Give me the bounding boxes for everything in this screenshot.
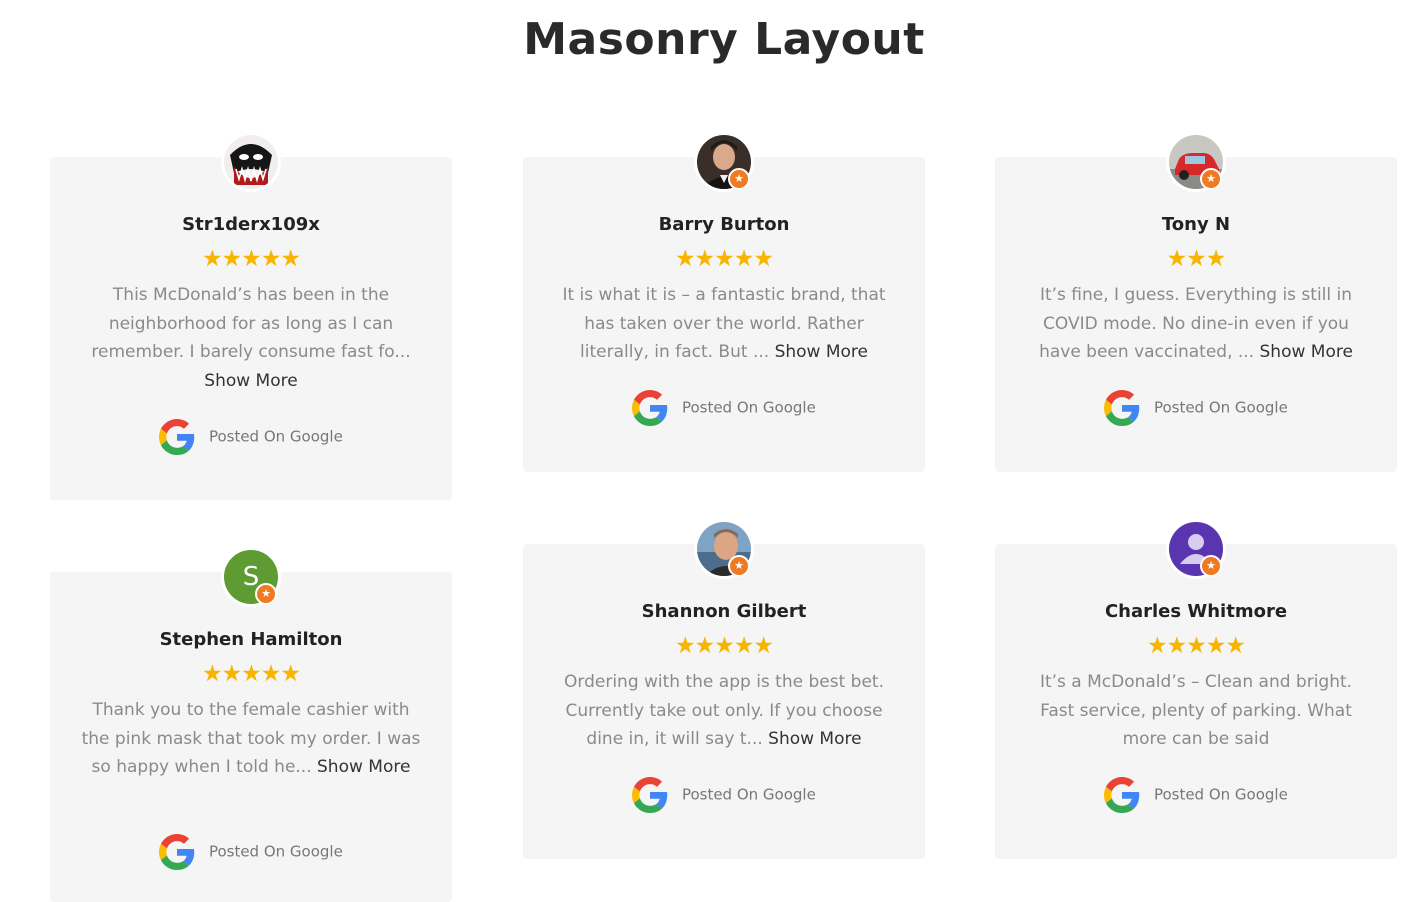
review-source: Posted On Google (50, 418, 452, 455)
star-rating: ★★★ (1166, 246, 1227, 272)
star-rating: ★★★★★ (674, 246, 774, 272)
review-text: This McDonald’s has been in the neighbor… (80, 281, 422, 395)
reviewer-name: Shannon Gilbert (641, 601, 807, 622)
star-rating: ★★★★★ (201, 661, 301, 687)
reviewer-avatar (224, 135, 278, 189)
star-rating: ★★★★★ (201, 246, 301, 272)
google-logo-icon (159, 418, 195, 455)
reviewer-name: Str1derx109x (182, 214, 320, 235)
star-rating: ★★★★★ (1146, 633, 1246, 659)
review-text: Ordering with the app is the best bet. C… (553, 668, 895, 754)
source-label: Posted On Google (1153, 785, 1288, 804)
show-more-link[interactable]: Show More (204, 371, 297, 391)
page-title: Masonry Layout (523, 14, 925, 65)
source-label: Posted On Google (1153, 398, 1288, 417)
review-body: It’s a McDonald’s – Clean and bright. Fa… (1039, 672, 1353, 749)
reviewer-badge-icon: ★ (728, 555, 750, 577)
review-source: Posted On Google (995, 389, 1397, 426)
review-card: Str1derx109x ★★★★★ This McDonald’s has b… (50, 135, 452, 500)
google-logo-icon (159, 833, 195, 870)
reviewer-name: Charles Whitmore (1104, 601, 1288, 622)
source-label: Posted On Google (208, 427, 343, 446)
review-source: Posted On Google (995, 776, 1397, 813)
google-logo-icon (632, 776, 668, 813)
reviewer-name: Tony N (1161, 214, 1231, 235)
reviewer-badge-icon: ★ (1200, 168, 1222, 190)
review-card: ★ Shannon Gilbert ★★★★★ Ordering with th… (523, 522, 925, 859)
reviewer-badge-icon: ★ (1200, 555, 1222, 577)
source-label: Posted On Google (681, 785, 816, 804)
reviewer-badge-icon: ★ (728, 168, 750, 190)
reviewer-badge-icon: ★ (255, 583, 277, 605)
google-logo-icon (1104, 776, 1140, 813)
source-label: Posted On Google (681, 398, 816, 417)
review-source: Posted On Google (50, 833, 452, 870)
google-logo-icon (632, 389, 668, 426)
review-source: Posted On Google (523, 389, 925, 426)
review-text: It’s a McDonald’s – Clean and bright. Fa… (1025, 668, 1367, 754)
review-body: This McDonald’s has been in the neighbor… (91, 285, 411, 362)
review-source: Posted On Google (523, 776, 925, 813)
google-logo-icon (1104, 389, 1140, 426)
review-text: Thank you to the female cashier with the… (80, 696, 422, 782)
review-text: It is what it is – a fantastic brand, th… (553, 281, 895, 367)
show-more-link[interactable]: Show More (775, 342, 868, 362)
star-rating: ★★★★★ (674, 633, 774, 659)
review-card: S ★ Stephen Hamilton ★★★★★ Thank you to … (50, 550, 452, 902)
reviewer-name: Stephen Hamilton (159, 629, 343, 650)
review-text: It’s fine, I guess. Everything is still … (1025, 281, 1367, 367)
show-more-link[interactable]: Show More (1260, 342, 1353, 362)
source-label: Posted On Google (208, 842, 343, 861)
reviewer-name: Barry Burton (658, 214, 790, 235)
show-more-link[interactable]: Show More (768, 729, 861, 749)
show-more-link[interactable]: Show More (317, 757, 410, 777)
review-card: ★ Charles Whitmore ★★★★★ It’s a McDonald… (995, 522, 1397, 859)
review-card: ★ Barry Burton ★★★★★ It is what it is – … (523, 135, 925, 472)
review-card: ★ Tony N ★★★ It’s fine, I guess. Everyth… (995, 135, 1397, 472)
